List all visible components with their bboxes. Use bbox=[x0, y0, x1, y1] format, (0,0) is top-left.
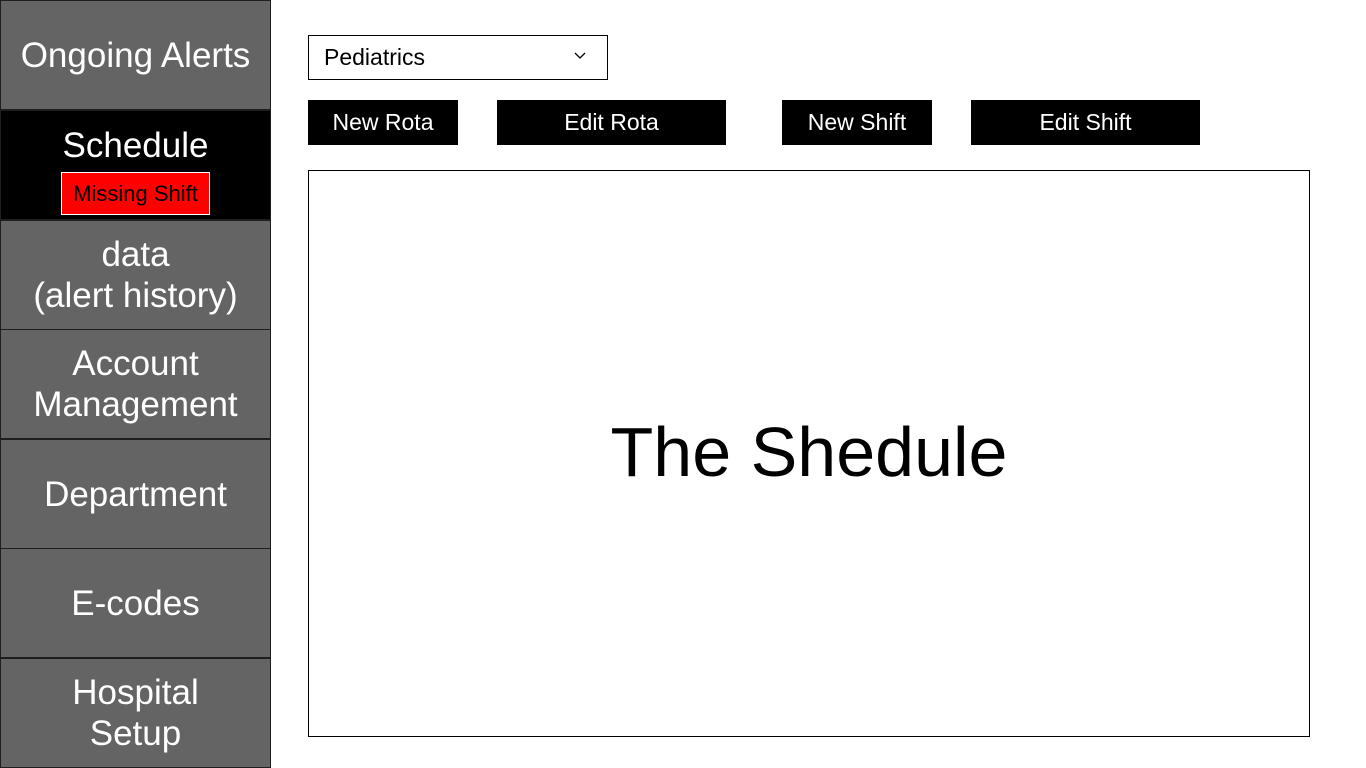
sidebar-item-label: data (alert history) bbox=[33, 235, 238, 315]
sidebar-item-label: E-codes bbox=[71, 583, 200, 623]
sidebar-item-schedule[interactable]: Schedule Missing Shift bbox=[0, 110, 271, 220]
missing-shift-badge[interactable]: Missing Shift bbox=[61, 172, 210, 215]
sidebar-item-label: Account Management bbox=[33, 344, 238, 424]
edit-rota-button[interactable]: Edit Rota bbox=[497, 100, 726, 145]
sidebar-item-account-management[interactable]: Account Management bbox=[0, 329, 271, 439]
sidebar-item-e-codes[interactable]: E-codes bbox=[0, 548, 271, 658]
sidebar-item-data-alert-history[interactable]: data (alert history) bbox=[0, 220, 271, 330]
sidebar-item-label: Schedule bbox=[62, 126, 209, 165]
sidebar: Ongoing Alerts Schedule Missing Shift da… bbox=[0, 0, 271, 768]
sidebar-item-ongoing-alerts[interactable]: Ongoing Alerts bbox=[0, 0, 271, 110]
new-rota-button[interactable]: New Rota bbox=[308, 100, 458, 145]
department-select-value: Pediatrics bbox=[324, 44, 425, 70]
app: Ongoing Alerts Schedule Missing Shift da… bbox=[0, 0, 1366, 768]
new-shift-button[interactable]: New Shift bbox=[782, 100, 932, 145]
schedule-panel: The Shedule bbox=[308, 170, 1310, 737]
sidebar-item-department[interactable]: Department bbox=[0, 439, 271, 549]
sidebar-item-label: Hospital Setup bbox=[72, 673, 199, 753]
sidebar-item-label: Department bbox=[44, 474, 227, 514]
schedule-placeholder-text: The Shedule bbox=[610, 413, 1008, 491]
department-select[interactable]: Pediatrics bbox=[308, 35, 608, 80]
edit-shift-button[interactable]: Edit Shift bbox=[971, 100, 1200, 145]
sidebar-item-label: Ongoing Alerts bbox=[20, 35, 251, 75]
chevron-down-icon bbox=[574, 52, 586, 59]
sidebar-item-hospital-setup[interactable]: Hospital Setup bbox=[0, 658, 271, 768]
